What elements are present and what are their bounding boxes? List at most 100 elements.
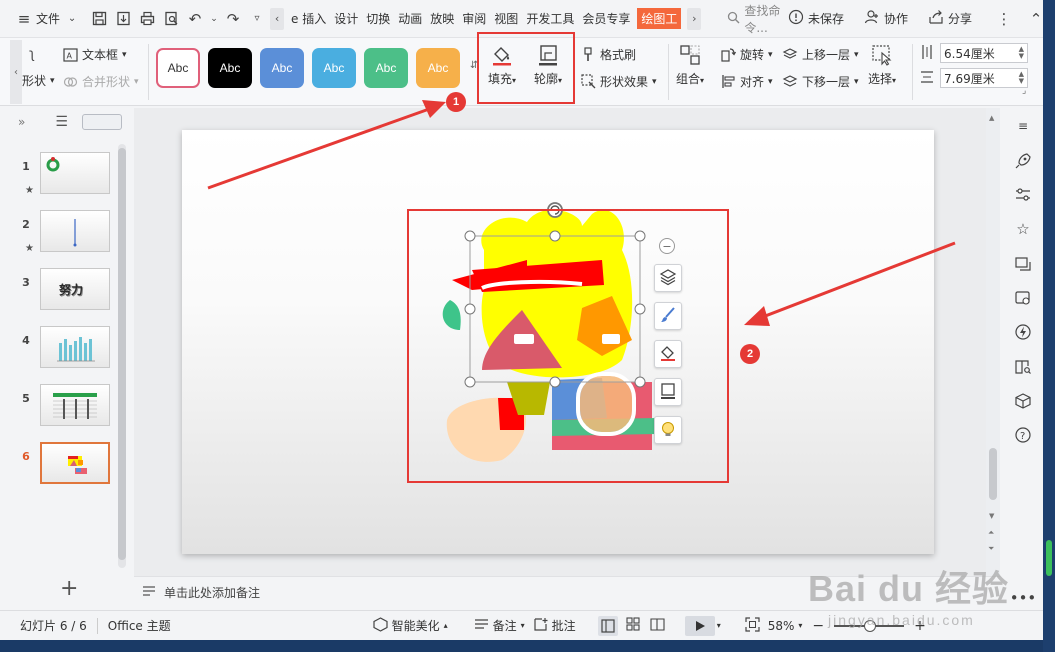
rotate-handle-icon[interactable] [547,202,563,218]
lightning-icon[interactable] [1012,322,1034,342]
canvas-vertical-scrollbar[interactable]: ▲ ▼ ⏶ ⏷ [986,108,1000,576]
rotate-button[interactable]: 旋转 ▾ [720,46,773,63]
thumbnail-scrollbar[interactable] [118,144,126,568]
adjust-sliders-icon[interactable] [1012,185,1034,205]
next-slide-icon[interactable]: ⏷ [988,544,994,554]
slide-thumbnail-6[interactable] [40,442,110,484]
theme-name[interactable]: Office 主题 [108,617,171,634]
slide-thumb-row-1[interactable]: 1 ★ [12,152,110,196]
collapse-quick-tools-icon[interactable]: − [659,238,675,254]
style-swatch-6[interactable]: Abc [416,48,460,88]
more-options-icon[interactable]: ⋮ [995,10,1013,28]
play-slideshow-icon[interactable] [684,615,715,636]
redo-icon[interactable]: ↷ [224,10,242,28]
print-preview-icon[interactable] [162,10,180,28]
undo-dropdown-icon[interactable]: ⌄ [210,10,218,28]
resize-handle[interactable] [464,303,476,315]
merge-shape-button[interactable]: 合并形状 ▾ [62,73,139,90]
tab-insert[interactable]: e 插入 [290,8,327,29]
file-menu[interactable]: ≡ 文件 ⌄ [12,6,84,32]
resize-handle[interactable] [634,303,646,315]
unsaved-status[interactable]: 未保存 [785,6,847,32]
style-swatch-1[interactable]: Abc [156,48,200,88]
ribbon-scroll-left-icon[interactable]: ‹ [10,40,22,104]
share-button[interactable]: 分享 [925,6,975,32]
width-spinner-icon[interactable]: ▲ ▼ [1019,71,1024,85]
height-input[interactable]: 6.54厘米 ▲ ▼ [940,43,1028,63]
help-icon[interactable]: ? [1012,425,1034,445]
brush-tool-button[interactable] [654,302,682,330]
slide-sorter-icon[interactable] [626,617,640,634]
fit-window-icon[interactable] [745,616,760,635]
previous-slide-icon[interactable]: ⏶ [988,528,994,538]
tab-animation[interactable]: 动画 [397,8,423,29]
resize-handle[interactable] [464,376,476,388]
slide-transition-icon[interactable] [1012,253,1034,273]
slide-thumbnail-4[interactable] [40,326,110,368]
slide-thumb-row-3[interactable]: 3 努力 [12,268,110,310]
more-icon[interactable]: ••• [1010,588,1037,608]
scroll-up-icon[interactable]: ▲ [989,114,994,122]
collapse-sidebar-icon[interactable]: ≡ [1012,116,1034,136]
slide-editing-area[interactable]: − [134,108,1000,576]
align-button[interactable]: 对齐 ▾ [720,73,773,90]
slide-thumbnail-2[interactable]: ★ [25,210,110,254]
bring-forward-button[interactable]: 上移一层 ▾ [782,46,859,63]
tabs-scroll-right-icon[interactable]: › [687,7,702,30]
shape-curve-button[interactable]: ʅ [24,46,55,62]
canvas-scrollbar-thumb[interactable] [989,448,997,500]
slide-thumb-row-2[interactable]: 2 ★ [12,210,110,254]
slide-thumbnail-1[interactable]: ★ [25,152,110,196]
fill-tool-button[interactable] [654,340,682,368]
slide-thumb-row-5[interactable]: 5 [12,384,110,426]
save-icon[interactable] [90,10,108,28]
collaborate-button[interactable]: 协作 [861,6,911,32]
send-backward-button[interactable]: 下移一层 ▾ [782,73,859,90]
shape-dropdown[interactable]: 形状 ▾ [22,72,55,89]
tab-transition[interactable]: 切换 [365,8,391,29]
textbox-button[interactable]: A 文本框 ▾ [62,46,139,63]
tab-design[interactable]: 设计 [333,8,359,29]
resize-handle[interactable] [549,230,561,242]
customize-toolbar-icon[interactable]: ▿ [248,10,266,28]
ribbon-expand-icon[interactable]: ⌟ [1022,86,1026,96]
tabs-scroll-left-icon[interactable]: ‹ [270,7,285,30]
width-input[interactable]: 7.69厘米 ▲ ▼ [940,68,1028,88]
style-swatch-3[interactable]: Abc [260,48,304,88]
slide-thumbnail-5[interactable] [40,384,110,426]
slide-view-icon[interactable] [81,114,122,130]
resize-handle[interactable] [464,230,476,242]
outline-view-icon[interactable]: ☰ [55,114,68,130]
cube-icon[interactable] [1012,391,1034,411]
resize-handle[interactable] [634,376,646,388]
play-options-icon[interactable]: ▾ [717,621,721,630]
slide-thumbnail-3[interactable]: 努力 [40,268,110,310]
print-icon[interactable] [138,10,156,28]
tab-view[interactable]: 视图 [493,8,519,29]
tab-review[interactable]: 审阅 [461,8,487,29]
green-leaf-shape[interactable] [442,300,461,330]
select-button[interactable]: 选择▾ [868,44,896,87]
scroll-down-icon[interactable]: ▼ [989,512,994,520]
group-button[interactable]: 组合▾ [676,44,704,87]
style-swatch-2[interactable]: Abc [208,48,252,88]
effects-tool-button[interactable] [654,416,682,444]
reading-view-icon[interactable] [650,617,665,634]
rocket-icon[interactable] [1012,150,1034,170]
height-spinner-icon[interactable]: ▲ ▼ [1019,46,1024,60]
style-swatch-4[interactable]: Abc [312,48,356,88]
add-slide-icon[interactable]: + [60,576,78,601]
slide-thumb-row-6[interactable]: 6 [12,442,110,484]
layers-tool-button[interactable] [654,264,682,292]
tab-drawing-tools[interactable]: 绘图工 [637,8,682,29]
tab-developer[interactable]: 开发工具 [525,8,575,29]
slide-thumb-row-4[interactable]: 4 [12,326,110,368]
book-search-icon[interactable] [1012,357,1034,377]
outline-tool-button[interactable] [654,378,682,406]
notes-toggle-button[interactable]: 备注 ▾ [474,617,525,634]
notes-placeholder[interactable]: 单击此处添加备注 [164,584,260,601]
smart-beautify-button[interactable]: 智能美化 ▴ [373,616,448,635]
thumbnail-scrollbar-thumb[interactable] [118,148,126,560]
slide-artwork[interactable] [182,130,934,554]
image-settings-icon[interactable] [1012,288,1034,308]
